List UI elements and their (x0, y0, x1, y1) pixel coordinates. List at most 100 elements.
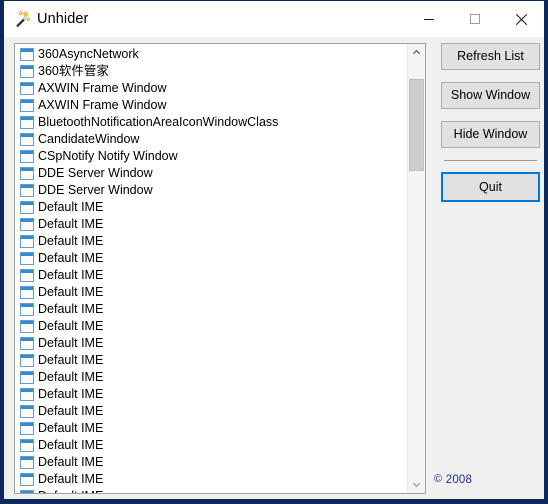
window-form-icon (20, 286, 34, 299)
list-item[interactable]: BluetoothNotificationAreaIconWindowClass (15, 114, 407, 131)
list-item[interactable]: CSpNotify Notify Window (15, 148, 407, 165)
window-form-icon (20, 371, 34, 384)
window-form-icon (20, 235, 34, 248)
list-item[interactable]: Default IME (15, 250, 407, 267)
list-item-label: AXWIN Frame Window (38, 98, 167, 112)
window-form-icon (20, 82, 34, 95)
window-form-icon (20, 99, 34, 112)
window-form-icon (20, 405, 34, 418)
list-item[interactable]: Default IME (15, 199, 407, 216)
copyright-year: 2008 (445, 474, 473, 486)
window-form-icon (20, 48, 34, 61)
scroll-down-button[interactable] (408, 476, 425, 493)
window-form-icon (20, 422, 34, 435)
list-item-label: Default IME (38, 455, 104, 469)
window-form-icon (20, 201, 34, 214)
copyright-label: © 2008 (434, 473, 472, 486)
window-form-icon (20, 354, 34, 367)
list-item[interactable]: Default IME (15, 369, 407, 386)
window-form-icon (20, 65, 34, 78)
list-item[interactable]: Default IME (15, 267, 407, 284)
window-form-icon (20, 184, 34, 197)
chevron-up-icon (412, 44, 421, 62)
list-item[interactable]: DDE Server Window (15, 182, 407, 199)
list-item-label: Default IME (38, 251, 104, 265)
window-form-icon (20, 167, 34, 180)
magic-wand-icon (13, 10, 31, 28)
scrollbar-thumb[interactable] (409, 79, 424, 171)
list-item-label: Default IME (38, 370, 104, 384)
list-item-label: 360AsyncNetwork (38, 47, 139, 61)
list-item[interactable]: Default IME (15, 488, 407, 493)
list-item-label: DDE Server Window (38, 166, 153, 180)
list-scrollbar[interactable] (407, 44, 425, 493)
list-item[interactable]: Default IME (15, 386, 407, 403)
maximize-icon (469, 13, 481, 25)
window-title: Unhider (37, 11, 89, 27)
list-item[interactable]: Default IME (15, 233, 407, 250)
list-item[interactable]: Default IME (15, 437, 407, 454)
quit-button[interactable]: Quit (441, 172, 540, 202)
window-form-icon (20, 252, 34, 265)
list-item[interactable]: Default IME (15, 352, 407, 369)
window-controls (406, 1, 544, 37)
list-item[interactable]: Default IME (15, 284, 407, 301)
list-item-label: DDE Server Window (38, 183, 153, 197)
list-item-label: Default IME (38, 285, 104, 299)
action-buttons: Refresh List Show Window Hide Window Qui… (441, 43, 540, 214)
list-item-label: Default IME (38, 387, 104, 401)
list-item[interactable]: 360AsyncNetwork (15, 46, 407, 63)
list-item-label: Default IME (38, 302, 104, 316)
list-item-label: Default IME (38, 336, 104, 350)
list-item[interactable]: Default IME (15, 335, 407, 352)
list-item[interactable]: AXWIN Frame Window (15, 80, 407, 97)
list-item[interactable]: Default IME (15, 318, 407, 335)
button-separator (444, 160, 537, 161)
list-item-label: Default IME (38, 404, 104, 418)
list-item-label: Default IME (38, 319, 104, 333)
client-area: 360AsyncNetwork 360软件管家 AXWIN Frame Window… (4, 37, 544, 499)
app-window: Unhider 360AsyncNetwork 360软件管家 AXWIN Fr… (0, 0, 548, 504)
maximize-button[interactable] (452, 1, 498, 37)
window-list[interactable]: 360AsyncNetwork 360软件管家 AXWIN Frame Window… (14, 43, 426, 494)
list-item-label: Default IME (38, 421, 104, 435)
show-window-button[interactable]: Show Window (441, 82, 540, 109)
window-form-icon (20, 439, 34, 452)
scroll-up-button[interactable] (408, 44, 425, 61)
list-item-label: Default IME (38, 268, 104, 282)
window-form-icon (20, 456, 34, 469)
list-item[interactable]: Default IME (15, 454, 407, 471)
window-form-icon (20, 473, 34, 486)
window-form-icon (20, 490, 34, 493)
list-item-label: CSpNotify Notify Window (38, 149, 178, 163)
list-item[interactable]: AXWIN Frame Window (15, 97, 407, 114)
list-item[interactable]: CandidateWindow (15, 131, 407, 148)
copyright-symbol: © (434, 473, 443, 485)
list-item[interactable]: Default IME (15, 301, 407, 318)
list-item[interactable]: Default IME (15, 420, 407, 437)
list-item[interactable]: DDE Server Window (15, 165, 407, 182)
scrollbar-track[interactable] (408, 61, 425, 476)
window-form-icon (20, 133, 34, 146)
title-bar[interactable]: Unhider (4, 1, 544, 38)
hide-window-button[interactable]: Hide Window (441, 121, 540, 148)
window-form-icon (20, 320, 34, 333)
window-form-icon (20, 337, 34, 350)
list-item-label: Default IME (38, 438, 104, 452)
window-form-icon (20, 116, 34, 129)
window-list-items: 360AsyncNetwork 360软件管家 AXWIN Frame Window… (15, 46, 407, 493)
minimize-icon (423, 13, 435, 25)
list-item-label: Default IME (38, 472, 104, 486)
window-form-icon (20, 269, 34, 282)
minimize-button[interactable] (406, 1, 452, 37)
window-form-icon (20, 150, 34, 163)
list-item[interactable]: Default IME (15, 216, 407, 233)
refresh-list-button[interactable]: Refresh List (441, 43, 540, 70)
close-button[interactable] (498, 1, 544, 37)
list-item[interactable]: Default IME (15, 403, 407, 420)
window-form-icon (20, 303, 34, 316)
list-item-label: AXWIN Frame Window (38, 81, 167, 95)
list-item[interactable]: Default IME (15, 471, 407, 488)
list-item[interactable]: 360软件管家 (15, 63, 407, 80)
chevron-down-icon (412, 476, 421, 494)
